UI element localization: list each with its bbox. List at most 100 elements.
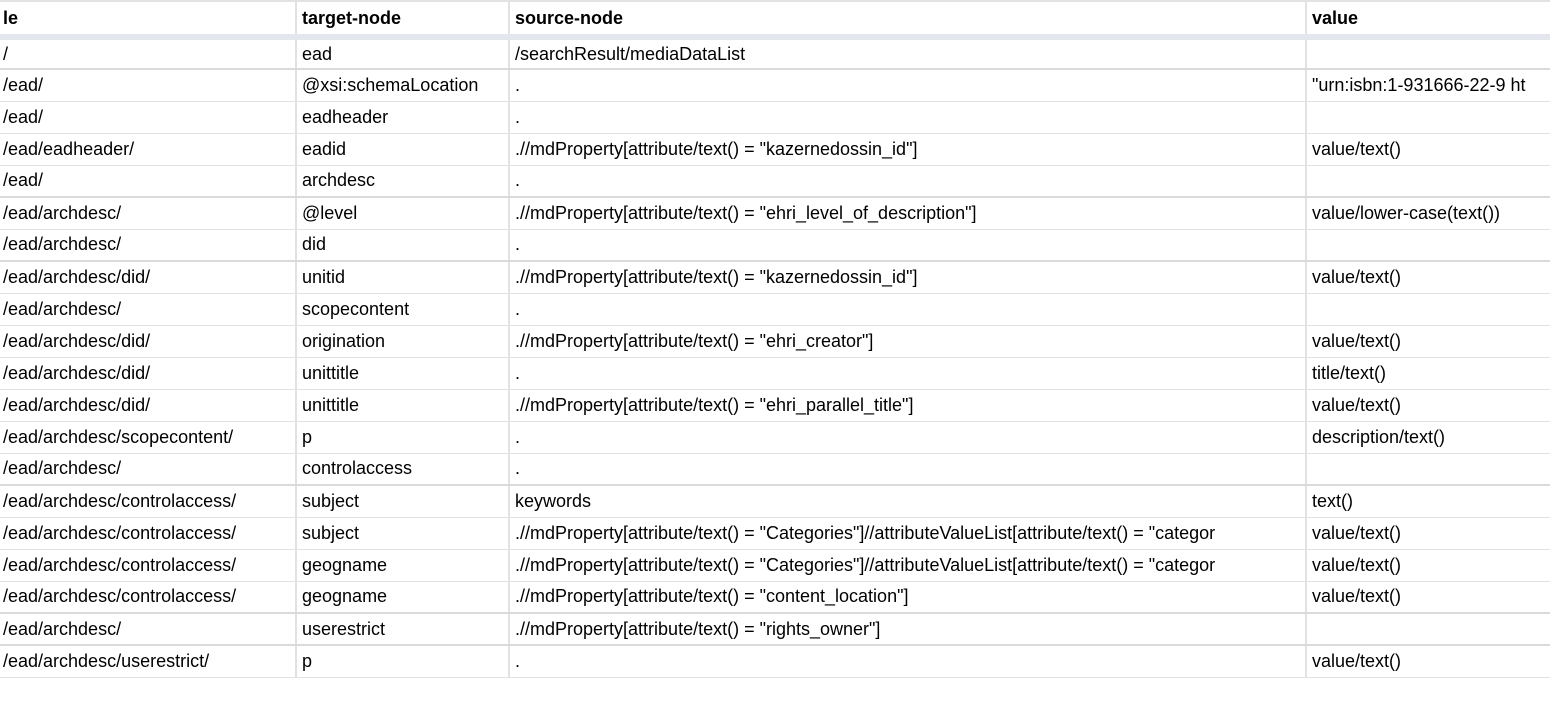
cell-target-node[interactable]: p: [296, 645, 510, 678]
table-row: /ead/archdesc/scopecontent.: [0, 293, 1550, 326]
cell-source-node[interactable]: .//mdProperty[attribute/text() = "rights…: [509, 613, 1307, 646]
cell-source-node[interactable]: .//mdProperty[attribute/text() = "kazern…: [509, 261, 1307, 294]
cell-le[interactable]: /ead/archdesc/userestrict/: [0, 645, 297, 678]
table-row: /ead/archdesc/controlaccess/subject .//md…: [0, 517, 1550, 550]
cell-le[interactable]: /ead/: [0, 101, 297, 134]
cell-target-node[interactable]: origination: [296, 325, 510, 358]
cell-target-node[interactable]: p: [296, 421, 510, 454]
cell-source-node[interactable]: .: [509, 357, 1307, 390]
cell-source-node[interactable]: .: [509, 421, 1307, 454]
cell-target-node[interactable]: userestrict: [296, 613, 510, 646]
cell-le[interactable]: /ead/: [0, 69, 297, 102]
table-row: /ead/archdesc/did/unitid .//mdProperty[at…: [0, 261, 1550, 294]
cell-target-node[interactable]: @level: [296, 197, 510, 230]
header-row: le target-node source-node value: [0, 0, 1550, 40]
cell-target-node[interactable]: ead: [296, 37, 510, 70]
cell-source-node[interactable]: .//mdProperty[attribute/text() = "ehri_l…: [509, 197, 1307, 230]
cell-target-node[interactable]: subject: [296, 517, 510, 550]
table-row: /ead/archdesc/controlaccess.: [0, 453, 1550, 486]
table-row: /ead/archdesc/controlaccess/geogname .//m…: [0, 581, 1550, 614]
table-row: /ead/archdesc/did/unittitle. title/text(): [0, 357, 1550, 390]
cell-target-node[interactable]: scopecontent: [296, 293, 510, 326]
cell-le[interactable]: /ead/archdesc/controlaccess/: [0, 485, 297, 518]
cell-target-node[interactable]: eadid: [296, 133, 510, 166]
cell-value[interactable]: value/text(): [1306, 389, 1550, 422]
cell-source-node[interactable]: .: [509, 165, 1307, 198]
cell-le[interactable]: /ead/archdesc/did/: [0, 325, 297, 358]
table-row: /ead/archdesc/userestrict/p. value/text(): [0, 645, 1550, 678]
cell-value[interactable]: [1306, 165, 1550, 198]
cell-target-node[interactable]: controlaccess: [296, 453, 510, 486]
cell-value[interactable]: [1306, 293, 1550, 326]
cell-source-node[interactable]: .//mdProperty[attribute/text() = "Catego…: [509, 517, 1307, 550]
cell-source-node[interactable]: .: [509, 453, 1307, 486]
cell-le[interactable]: /: [0, 37, 297, 70]
cell-le[interactable]: /ead/archdesc/scopecontent/: [0, 421, 297, 454]
table-row: /ead/archdesc/did/unittitle .//mdProperty…: [0, 389, 1550, 422]
cell-source-node[interactable]: keywords: [509, 485, 1307, 518]
cell-value[interactable]: value/text(): [1306, 581, 1550, 614]
cell-value[interactable]: [1306, 453, 1550, 486]
cell-value[interactable]: [1306, 37, 1550, 70]
cell-le[interactable]: /ead/archdesc/controlaccess/: [0, 517, 297, 550]
cell-target-node[interactable]: unitid: [296, 261, 510, 294]
cell-source-node[interactable]: .//mdProperty[attribute/text() = "ehri_c…: [509, 325, 1307, 358]
cell-source-node[interactable]: .//mdProperty[attribute/text() = "kazern…: [509, 133, 1307, 166]
cell-value[interactable]: value/lower-case(text()): [1306, 197, 1550, 230]
cell-value[interactable]: value/text(): [1306, 549, 1550, 582]
cell-le[interactable]: /ead/archdesc/: [0, 453, 297, 486]
cell-value[interactable]: value/text(): [1306, 261, 1550, 294]
cell-source-node[interactable]: .//mdProperty[attribute/text() = "ehri_p…: [509, 389, 1307, 422]
cell-target-node[interactable]: archdesc: [296, 165, 510, 198]
table-row: /ead/archdesc/did.: [0, 229, 1550, 262]
cell-source-node[interactable]: .: [509, 69, 1307, 102]
column-header-source-node[interactable]: source-node: [509, 0, 1307, 40]
cell-le[interactable]: /ead/archdesc/controlaccess/: [0, 549, 297, 582]
cell-value[interactable]: [1306, 101, 1550, 134]
cell-source-node[interactable]: .: [509, 293, 1307, 326]
cell-value[interactable]: value/text(): [1306, 517, 1550, 550]
cell-target-node[interactable]: geogname: [296, 549, 510, 582]
cell-source-node[interactable]: .//mdProperty[attribute/text() = "Catego…: [509, 549, 1307, 582]
cell-le[interactable]: /ead/archdesc/: [0, 613, 297, 646]
table-row: /ead/archdesc/controlaccess/geogname .//m…: [0, 549, 1550, 582]
column-header-le[interactable]: le: [0, 0, 297, 40]
table-row: /ead/archdesc/scopecontent/p. description…: [0, 421, 1550, 454]
column-header-target-node[interactable]: target-node: [296, 0, 510, 40]
cell-le[interactable]: /ead/eadheader/: [0, 133, 297, 166]
cell-le[interactable]: /ead/archdesc/: [0, 293, 297, 326]
cell-value[interactable]: [1306, 613, 1550, 646]
cell-value[interactable]: [1306, 229, 1550, 262]
cell-value[interactable]: value/text(): [1306, 645, 1550, 678]
mapping-table: le target-node source-node value / ead/se…: [0, 0, 1550, 678]
cell-target-node[interactable]: did: [296, 229, 510, 262]
cell-target-node[interactable]: unittitle: [296, 357, 510, 390]
spreadsheet-view: le target-node source-node value / ead/se…: [0, 0, 1550, 704]
table-row: / ead/searchResult/mediaDataList: [0, 37, 1550, 70]
cell-source-node[interactable]: .//mdProperty[attribute/text() = "conten…: [509, 581, 1307, 614]
cell-value[interactable]: "urn:isbn:1-931666-22-9 ht: [1306, 69, 1550, 102]
cell-le[interactable]: /ead/archdesc/: [0, 229, 297, 262]
cell-value[interactable]: text(): [1306, 485, 1550, 518]
cell-target-node[interactable]: geogname: [296, 581, 510, 614]
cell-le[interactable]: /ead/archdesc/did/: [0, 261, 297, 294]
cell-target-node[interactable]: eadheader: [296, 101, 510, 134]
cell-le[interactable]: /ead/: [0, 165, 297, 198]
cell-source-node[interactable]: .: [509, 229, 1307, 262]
cell-le[interactable]: /ead/archdesc/: [0, 197, 297, 230]
column-header-value[interactable]: value: [1306, 0, 1550, 40]
cell-value[interactable]: description/text(): [1306, 421, 1550, 454]
cell-target-node[interactable]: unittitle: [296, 389, 510, 422]
cell-value[interactable]: value/text(): [1306, 325, 1550, 358]
cell-source-node[interactable]: .: [509, 101, 1307, 134]
cell-le[interactable]: /ead/archdesc/controlaccess/: [0, 581, 297, 614]
table-row: /ead/@xsi:schemaLocation. "urn:isbn:1-931…: [0, 69, 1550, 102]
cell-source-node[interactable]: /searchResult/mediaDataList: [509, 37, 1307, 70]
cell-value[interactable]: value/text(): [1306, 133, 1550, 166]
cell-value[interactable]: title/text(): [1306, 357, 1550, 390]
cell-source-node[interactable]: .: [509, 645, 1307, 678]
cell-le[interactable]: /ead/archdesc/did/: [0, 389, 297, 422]
cell-target-node[interactable]: subject: [296, 485, 510, 518]
cell-le[interactable]: /ead/archdesc/did/: [0, 357, 297, 390]
cell-target-node[interactable]: @xsi:schemaLocation: [296, 69, 510, 102]
